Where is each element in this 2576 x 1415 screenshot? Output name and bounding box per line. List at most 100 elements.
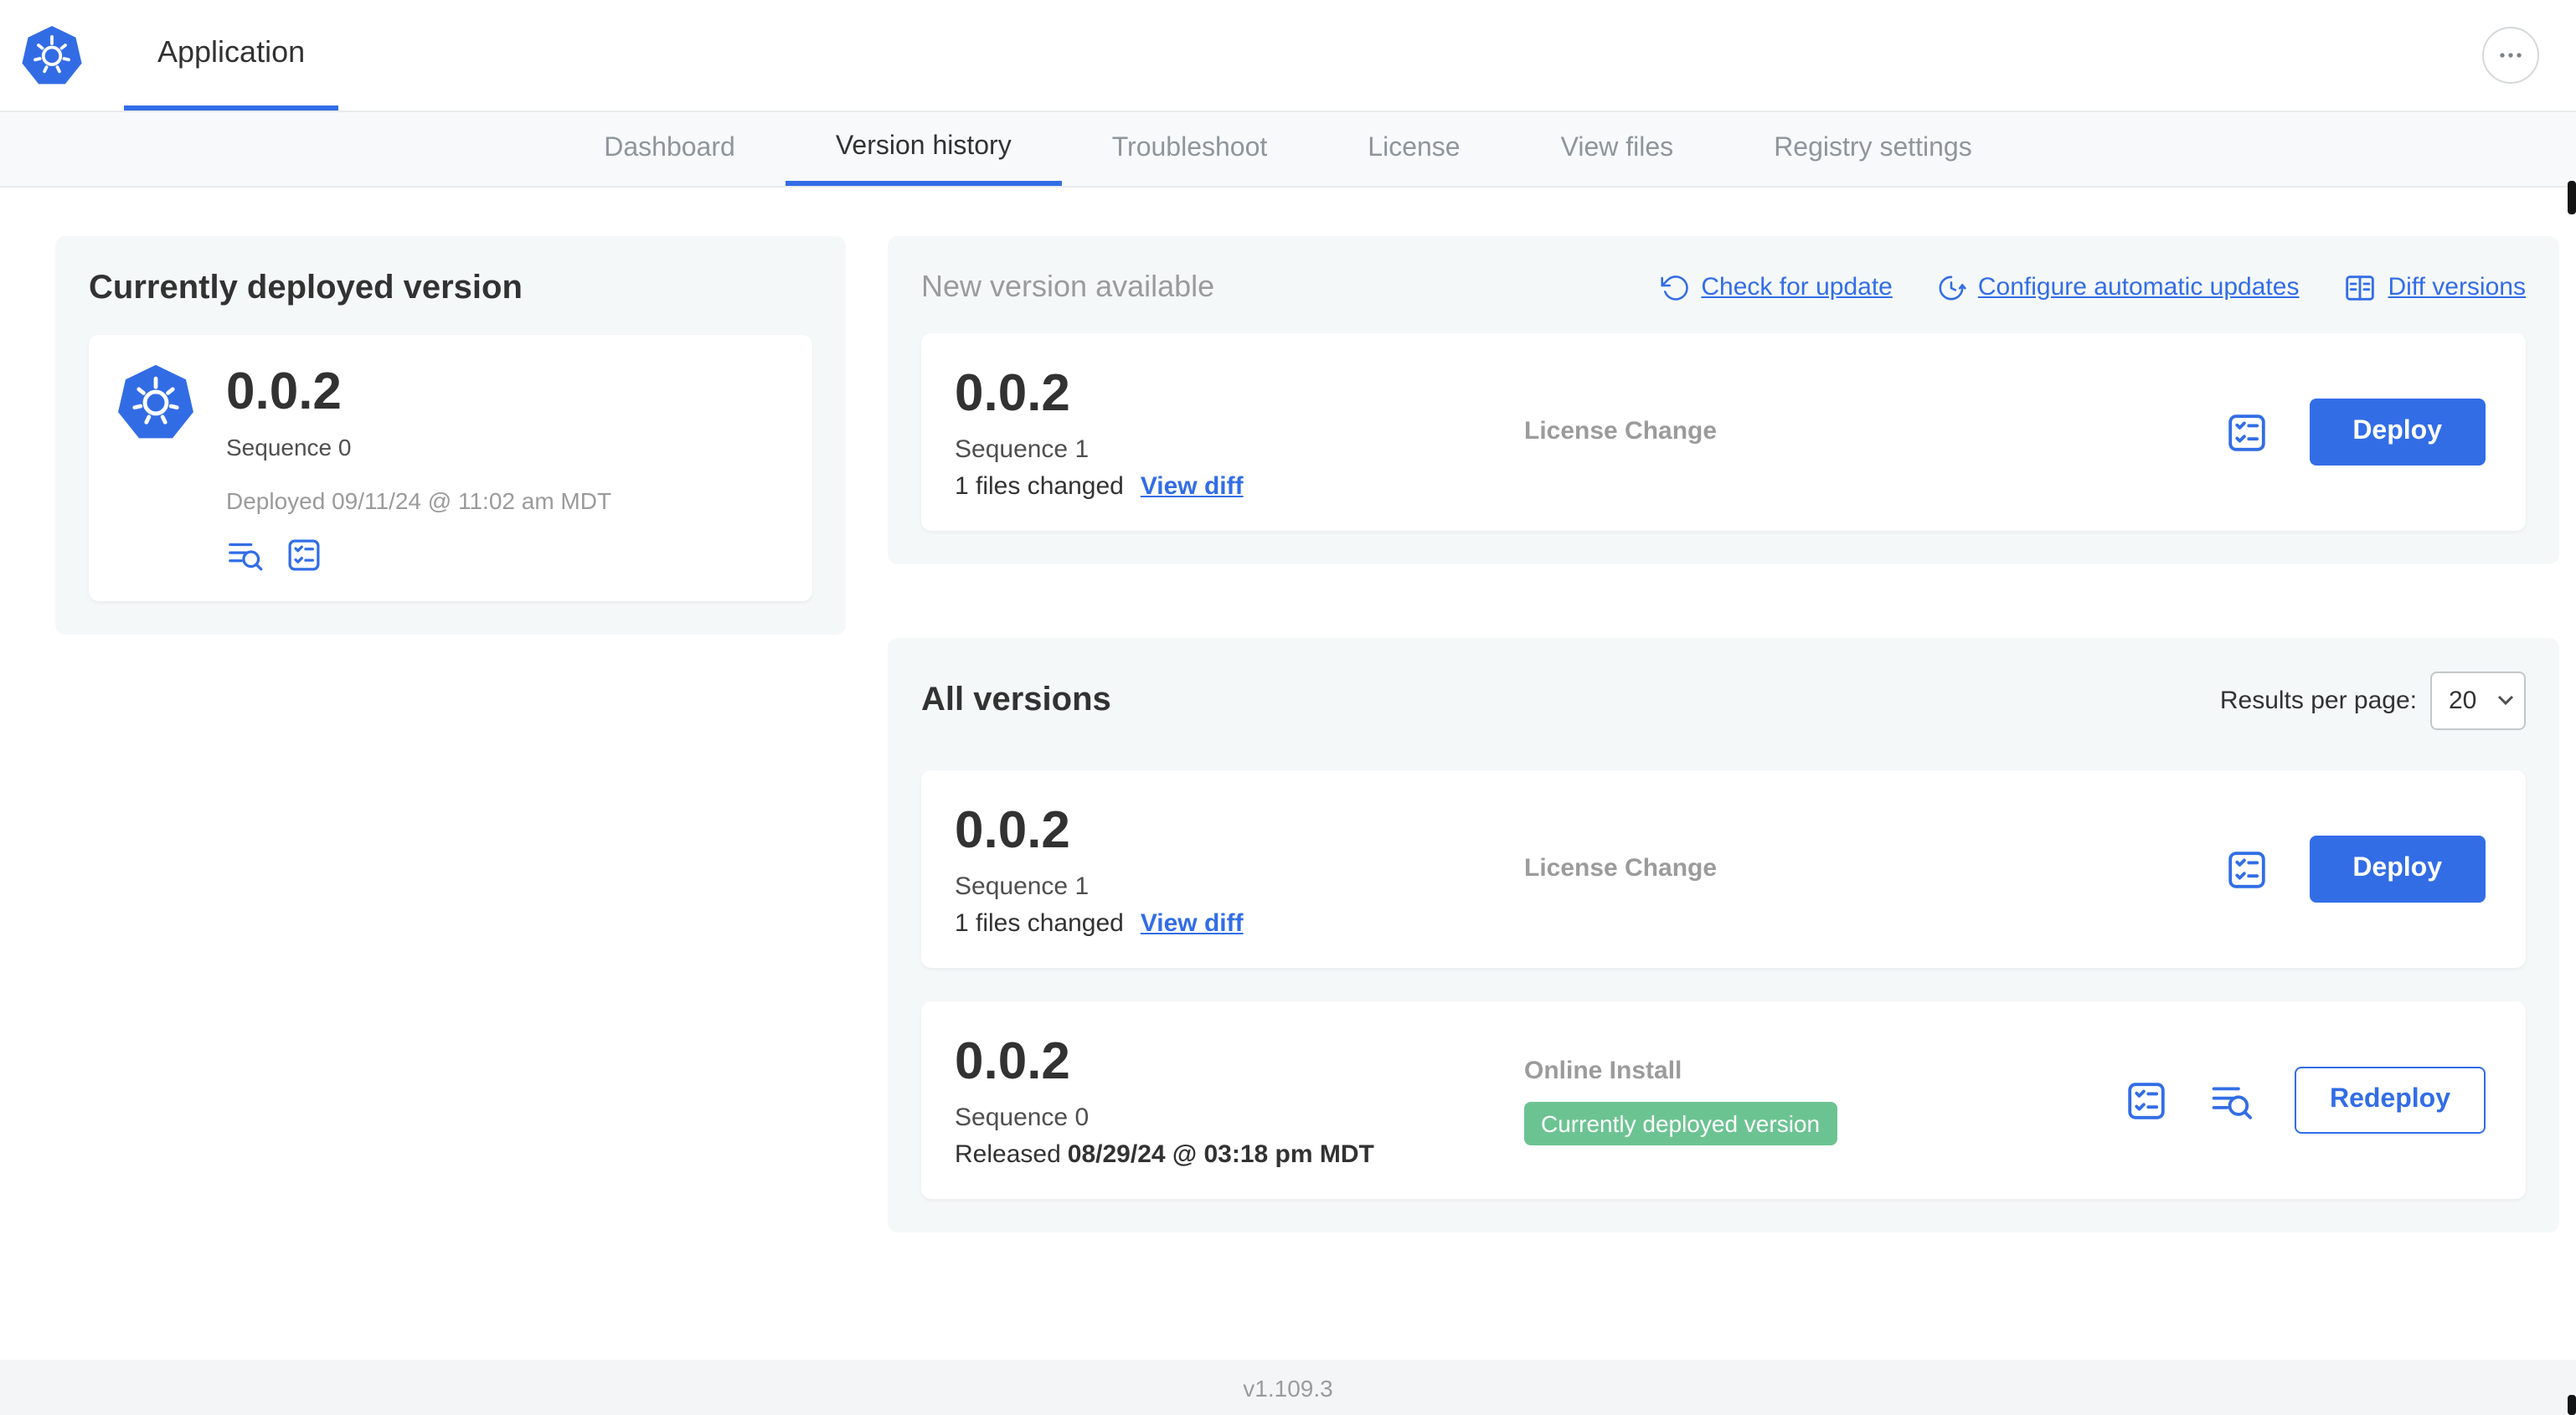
admin-console-page: Application Dashboard Version history Tr… xyxy=(0,0,2576,1415)
app-header: Application xyxy=(0,0,2576,112)
overflow-menu-button[interactable] xyxy=(2482,27,2539,84)
version-number: 0.0.2 xyxy=(955,800,1070,859)
released-prefix: Released xyxy=(955,1140,1061,1169)
all-versions-header: All versions Results per page: 20 xyxy=(921,671,2526,730)
view-logs-button[interactable] xyxy=(226,536,265,574)
tab-application-label: Application xyxy=(157,35,306,69)
configure-automatic-updates-label: Configure automatic updates xyxy=(1977,273,2300,301)
view-logs-button[interactable] xyxy=(2209,1078,2254,1123)
deploy-button[interactable]: Deploy xyxy=(2309,836,2486,903)
redeploy-button[interactable]: Redeploy xyxy=(2294,1067,2486,1134)
version-row-sequence-1: 0.0.2 Sequence 1 1 files changed View di… xyxy=(921,770,2526,968)
scrollbar-thumb[interactable] xyxy=(2568,1395,2576,1415)
view-diff-link[interactable]: View diff xyxy=(1141,472,1244,501)
results-per-page-select[interactable]: 20 xyxy=(2430,671,2526,730)
release-notes-button[interactable] xyxy=(2223,846,2269,892)
currently-deployed-card: Currently deployed version 0.0.2 Sequenc… xyxy=(55,236,846,635)
version-info: 0.0.2 Sequence 1 1 files changed View di… xyxy=(955,800,1524,938)
sequence-label: Sequence 0 xyxy=(226,434,352,461)
version-row-actions: Deploy xyxy=(2223,399,2492,466)
release-notes-button[interactable] xyxy=(2124,1078,2169,1123)
files-changed-label: 1 files changed xyxy=(955,909,1124,938)
main-content: Currently deployed version 0.0.2 Sequenc… xyxy=(0,188,2576,1232)
results-per-page-select-wrap: 20 xyxy=(2430,671,2526,730)
refresh-icon xyxy=(1660,275,1688,300)
version-number: 0.0.2 xyxy=(955,1032,1070,1090)
nav-tab-label: License xyxy=(1368,134,1461,162)
nav-tab-label: Version history xyxy=(835,131,1012,160)
auto-update-icon xyxy=(1939,275,1966,300)
nav-tab-view-files[interactable]: View files xyxy=(1511,112,1724,186)
logs-icon xyxy=(229,543,263,571)
version-source-cell: License Change xyxy=(1524,417,2223,447)
version-source-cell: Online Install Currently deployed versio… xyxy=(1524,1056,2124,1145)
results-per-page: Results per page: 20 xyxy=(2220,671,2526,730)
currently-deployed-badge: Currently deployed version xyxy=(1524,1101,1837,1145)
diff-icon xyxy=(2345,275,2374,300)
version-actions: Check for update Configure automatic upd… xyxy=(1659,270,2526,304)
app-logo xyxy=(0,0,107,111)
deployed-version-card: 0.0.2 Sequence 0 Deployed 09/11/24 @ 11:… xyxy=(89,335,812,601)
deployed-version-actions xyxy=(226,536,611,574)
all-versions-title: All versions xyxy=(921,682,1111,718)
diff-versions-link[interactable]: Diff versions xyxy=(2342,270,2526,304)
check-for-update-label: Check for update xyxy=(1701,273,1893,301)
sequence-label: Sequence 0 xyxy=(955,1104,1090,1132)
version-source: License Change xyxy=(1524,417,1718,445)
nav-tab-license[interactable]: License xyxy=(1317,112,1510,186)
configure-automatic-updates-link[interactable]: Configure automatic updates xyxy=(1936,272,2300,302)
release-notes-button[interactable] xyxy=(2223,409,2269,455)
nav-tab-label: Dashboard xyxy=(604,134,735,162)
released-date: 08/29/24 @ 03:18 pm MDT xyxy=(1067,1140,1374,1169)
view-diff-link[interactable]: View diff xyxy=(1141,909,1244,938)
header-actions xyxy=(2482,0,2576,111)
new-version-header: New version available Check for update C… xyxy=(921,270,2526,305)
files-changed-line: 1 files changed View diff xyxy=(955,472,1524,501)
version-source: Online Install xyxy=(1524,1056,1682,1084)
version-row-sequence-0: 0.0.2 Sequence 0 Released 08/29/24 @ 03:1… xyxy=(921,1001,2526,1199)
ellipsis-icon xyxy=(2500,53,2522,58)
files-changed-line: 1 files changed View diff xyxy=(955,909,1524,938)
sequence-label: Sequence 1 xyxy=(955,872,1090,901)
new-version-title: New version available xyxy=(921,270,1215,303)
app-footer: v1.109.3 xyxy=(0,1360,2576,1415)
version-row-actions: Deploy xyxy=(2223,836,2492,903)
deployed-version-details: 0.0.2 Sequence 0 Deployed 09/11/24 @ 11:… xyxy=(226,362,611,574)
results-per-page-label: Results per page: xyxy=(2219,687,2417,715)
right-column: New version available Check for update C… xyxy=(888,236,2559,1232)
files-changed-label: 1 files changed xyxy=(955,472,1124,501)
currently-deployed-title: Currently deployed version xyxy=(89,270,523,306)
version-source-cell: License Change xyxy=(1524,854,2223,884)
scrollbar-thumb[interactable] xyxy=(2568,181,2576,214)
deploy-button[interactable]: Deploy xyxy=(2309,399,2486,466)
check-for-update-link[interactable]: Check for update xyxy=(1659,272,1893,302)
secondary-nav: Dashboard Version history Troubleshoot L… xyxy=(0,112,2576,188)
release-notes-icon xyxy=(2228,851,2265,888)
nav-tab-label: View files xyxy=(1560,134,1674,162)
release-notes-icon xyxy=(2128,1082,2165,1119)
logs-icon xyxy=(2212,1086,2252,1119)
version-number: 0.0.2 xyxy=(955,363,1070,422)
kubernetes-icon xyxy=(22,26,82,85)
nav-tab-label: Registry settings xyxy=(1774,134,1972,162)
new-version-card: New version available Check for update C… xyxy=(888,236,2559,564)
version-row-actions: Redeploy xyxy=(2124,1067,2492,1134)
version-info: 0.0.2 Sequence 1 1 files changed View di… xyxy=(955,363,1524,501)
release-notes-icon xyxy=(288,539,320,571)
app-version: v1.109.3 xyxy=(1243,1374,1333,1401)
tab-application[interactable]: Application xyxy=(124,0,339,111)
deployed-timestamp: Deployed 09/11/24 @ 11:02 am MDT xyxy=(226,487,612,514)
released-timestamp: Released 08/29/24 @ 03:18 pm MDT xyxy=(955,1140,1524,1169)
sequence-label: Sequence 1 xyxy=(955,435,1090,464)
kubernetes-icon xyxy=(118,364,193,439)
nav-tab-registry-settings[interactable]: Registry settings xyxy=(1723,112,2022,186)
nav-tab-dashboard[interactable]: Dashboard xyxy=(554,112,786,186)
version-source: License Change xyxy=(1524,854,1718,882)
nav-tab-label: Troubleshoot xyxy=(1111,134,1268,162)
release-notes-button[interactable] xyxy=(285,536,323,574)
nav-tab-version-history[interactable]: Version history xyxy=(785,112,1062,186)
release-notes-icon xyxy=(2228,414,2265,450)
nav-tab-troubleshoot[interactable]: Troubleshoot xyxy=(1062,112,1318,186)
all-versions-card: All versions Results per page: 20 0.0.2 … xyxy=(888,638,2559,1232)
diff-versions-label: Diff versions xyxy=(2388,273,2526,301)
